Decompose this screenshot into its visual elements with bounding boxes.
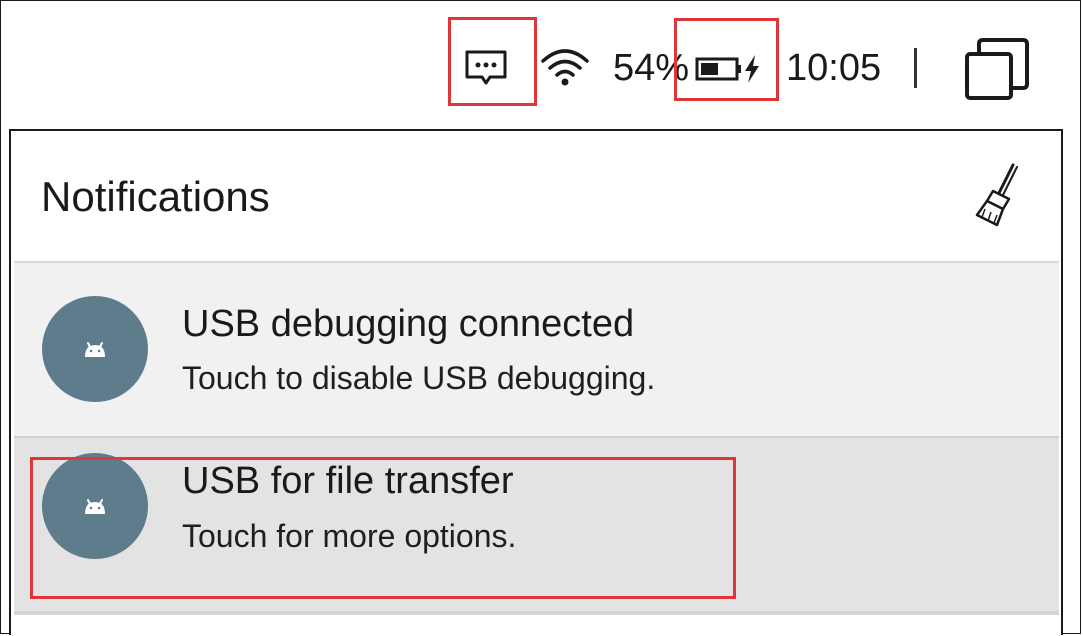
notification-title: USB debugging connected (182, 303, 635, 345)
panel-title: Notifications (41, 173, 270, 220)
broom-icon[interactable] (973, 163, 1021, 229)
notification-subtitle: Touch to disable USB debugging. (182, 360, 656, 396)
android-icon (85, 342, 105, 357)
notification-avatar (42, 296, 148, 402)
notification-usb-debugging[interactable]: USB debugging connected Touch to disable… (14, 261, 1059, 436)
screen-frame: 54% 10:05 Notifications USB debugging co… (0, 0, 1082, 635)
wifi-icon (539, 45, 591, 89)
highlight-message-icon (448, 17, 537, 106)
status-divider (914, 48, 917, 88)
recents-icon[interactable] (963, 36, 1031, 102)
status-bar: 54% 10:05 (1, 1, 1082, 129)
panel-divider (14, 611, 1059, 615)
highlight-battery-icon (674, 18, 779, 101)
highlight-usb-file-transfer (30, 457, 736, 599)
clock: 10:05 (786, 47, 882, 89)
